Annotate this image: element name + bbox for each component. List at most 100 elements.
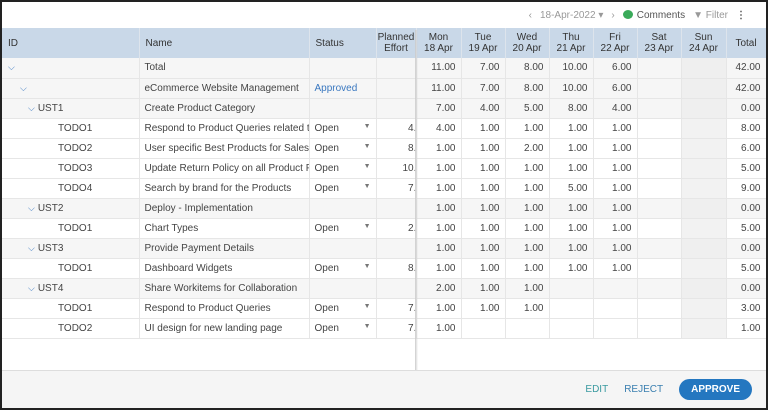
hours-cell[interactable]: 1.00 [416,138,462,159]
hours-cell[interactable]: 1.00 [593,258,638,279]
hours-cell[interactable] [637,258,682,279]
col-day[interactable]: Mon 18 Apr [416,28,462,58]
hours-cell[interactable]: 4.00 [416,118,462,139]
hours-cell[interactable]: 1.00 [549,118,594,139]
hours-cell[interactable] [637,298,682,319]
hours-cell[interactable]: 6.00 [593,58,638,79]
hours-cell[interactable]: 1.00 [593,198,638,219]
table-row[interactable]: ⌵ eCommerce Website Management Approved 11.… [2,78,766,99]
hours-cell[interactable]: 1.00 [505,218,550,239]
col-day[interactable]: Thu 21 Apr [549,28,594,58]
col-planned[interactable]: Planned Effort [376,28,417,58]
hours-cell[interactable]: 10.00 [549,58,594,79]
hours-cell[interactable]: 1.00 [505,298,550,319]
hours-cell[interactable]: 1.00 [549,218,594,239]
hours-cell[interactable]: 1.00 [505,198,550,219]
next-week-icon[interactable]: › [611,10,614,21]
col-status[interactable]: Status [309,28,377,58]
hours-cell[interactable]: 1.00 [593,138,638,159]
table-row[interactable]: ⌵ UST4 Share Workitems for Collaboration 2.… [2,278,766,299]
hours-cell[interactable]: 1.00 [416,318,462,339]
col-day[interactable]: Fri 22 Apr [593,28,638,58]
hours-cell[interactable]: 1.00 [549,258,594,279]
hours-cell[interactable] [681,238,727,259]
table-row[interactable]: TODO2 UI design for new landing page Open ▼… [2,318,766,339]
hours-cell[interactable] [637,118,682,139]
hours-cell[interactable]: 1.00 [593,178,638,199]
hours-cell[interactable] [681,198,727,219]
hours-cell[interactable] [681,178,727,199]
hours-cell[interactable]: 7.00 [461,58,506,79]
hours-cell[interactable]: 1.00 [505,258,550,279]
hours-cell[interactable]: 5.00 [505,98,550,119]
hours-cell[interactable]: 1.00 [593,238,638,259]
status-dropdown[interactable]: Open ▼ [309,178,377,199]
hours-cell[interactable]: 4.00 [593,98,638,119]
hours-cell[interactable] [637,58,682,79]
hours-cell[interactable] [681,58,727,79]
hours-cell[interactable] [637,198,682,219]
hours-cell[interactable]: 1.00 [461,238,506,259]
hours-cell[interactable] [637,78,682,99]
hours-cell[interactable]: 1.00 [416,298,462,319]
col-day[interactable]: Tue 19 Apr [461,28,506,58]
table-row[interactable]: TODO1 Respond to Product Queries related … [2,118,766,139]
hours-cell[interactable]: 1.00 [416,218,462,239]
hours-cell[interactable]: 1.00 [416,238,462,259]
hours-cell[interactable]: 1.00 [461,138,506,159]
table-row[interactable]: TODO4 Search by brand for the Products Ope… [2,178,766,199]
filter-button[interactable]: ▼ Filter [693,10,728,21]
table-row[interactable]: TODO3 Update Return Policy on all Product… [2,158,766,179]
hours-cell[interactable] [637,278,682,299]
chevron-down-icon[interactable]: ⌵ [20,83,27,93]
hours-cell[interactable] [681,218,727,239]
hours-cell[interactable]: 1.00 [416,178,462,199]
chevron-down-icon[interactable]: ⌵ [28,103,35,113]
hours-cell[interactable]: 1.00 [593,218,638,239]
hours-cell[interactable]: 1.00 [505,178,550,199]
hours-cell[interactable]: 1.00 [416,258,462,279]
hours-cell[interactable]: 1.00 [505,238,550,259]
hours-cell[interactable] [549,318,594,339]
hours-cell[interactable]: 1.00 [461,258,506,279]
hours-cell[interactable]: 1.00 [416,158,462,179]
hours-cell[interactable]: 2.00 [416,278,462,299]
hours-cell[interactable]: 8.00 [505,78,550,99]
hours-cell[interactable] [637,218,682,239]
date-picker[interactable]: 18-Apr-2022 ▾ [540,10,603,21]
hours-cell[interactable] [637,238,682,259]
chevron-down-icon[interactable]: ⌵ [28,283,35,293]
table-row[interactable]: TODO1Dashboard WidgetsOpen▼8.001.001.001… [2,258,766,279]
hours-cell[interactable] [681,118,727,139]
approve-button[interactable]: APPROVE [679,379,752,400]
hours-cell[interactable]: 1.00 [505,278,550,299]
col-name[interactable]: Name [139,28,310,58]
hours-cell[interactable]: 1.00 [505,118,550,139]
prev-week-icon[interactable]: ‹ [529,10,532,21]
reject-button[interactable]: REJECT [624,384,663,395]
col-day[interactable]: Sat 23 Apr [637,28,682,58]
hours-cell[interactable]: 6.00 [593,78,638,99]
hours-cell[interactable]: 1.00 [593,118,638,139]
hours-cell[interactable] [681,318,727,339]
status-dropdown[interactable]: Open ▼ [309,258,377,279]
status-dropdown[interactable]: Open ▼ [309,298,377,319]
hours-cell[interactable]: 1.00 [461,278,506,299]
hours-cell[interactable] [593,318,638,339]
table-row[interactable]: ⌵ UST1 Create Product Category 7.00 4.00 5.00… [2,98,766,119]
hours-cell[interactable]: 1.00 [461,158,506,179]
hours-cell[interactable]: 1.00 [461,298,506,319]
hours-cell[interactable]: 5.00 [549,178,594,199]
hours-cell[interactable] [593,298,638,319]
comments-button[interactable]: Comments [622,10,685,21]
hours-cell[interactable] [681,158,727,179]
hours-cell[interactable] [681,78,727,99]
col-day[interactable]: Wed 20 Apr [505,28,550,58]
hours-cell[interactable] [505,318,550,339]
status-dropdown[interactable]: Open ▼ [309,158,377,179]
hours-cell[interactable] [637,98,682,119]
hours-cell[interactable]: 1.00 [416,198,462,219]
hours-cell[interactable] [637,318,682,339]
more-menu-icon[interactable]: ⋮ [736,10,746,21]
hours-cell[interactable]: 1.00 [549,238,594,259]
